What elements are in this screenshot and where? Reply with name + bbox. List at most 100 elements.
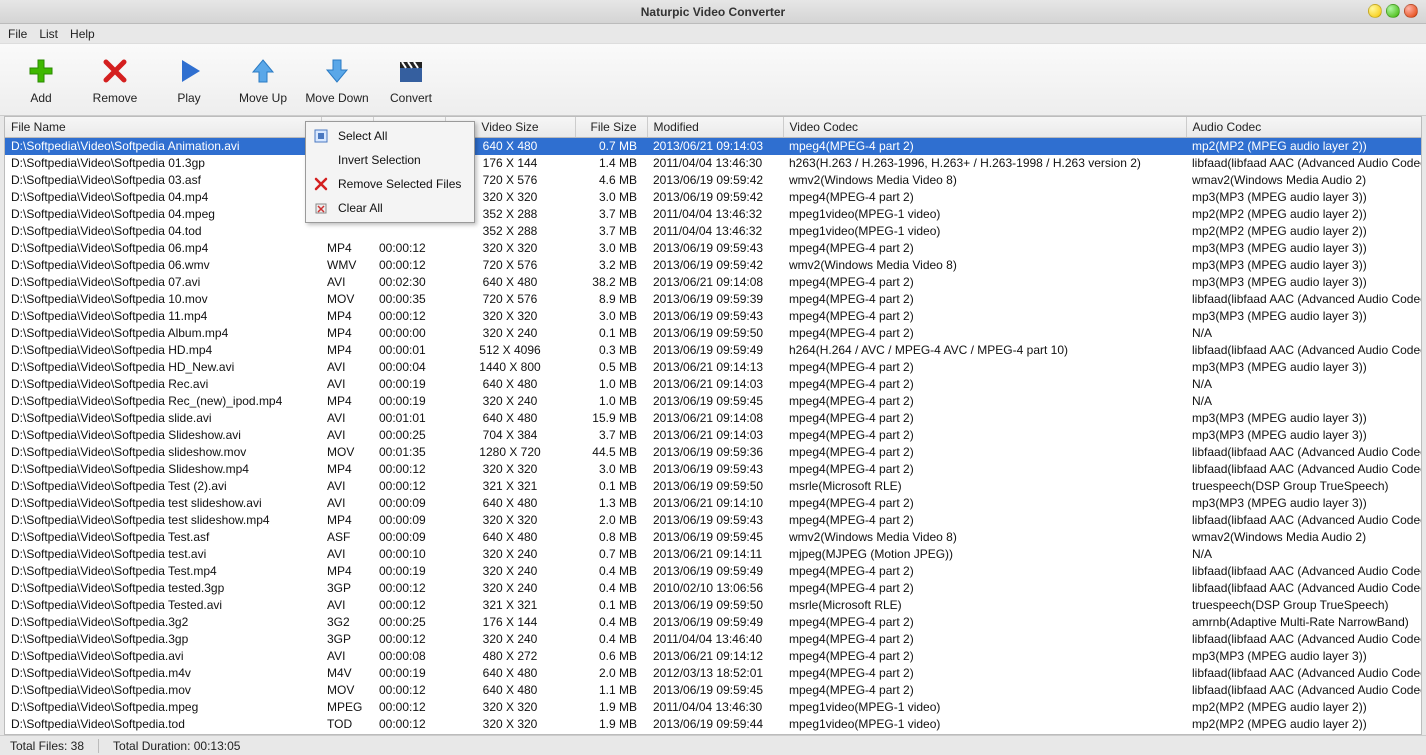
table-row[interactable]: D:\Softpedia\Video\Softpedia.3gp3GP00:00… — [5, 631, 1421, 648]
maximize-button[interactable] — [1386, 4, 1400, 18]
table-row[interactable]: D:\Softpedia\Video\Softpedia 06.wmvWMV00… — [5, 257, 1421, 274]
status-total-files: Total Files: 38 — [10, 739, 84, 753]
cell-name: D:\Softpedia\Video\Softpedia.avi — [5, 648, 321, 665]
table-row[interactable]: D:\Softpedia\Video\Softpedia Test.asfASF… — [5, 529, 1421, 546]
cell-dur: 00:00:12 — [373, 699, 445, 716]
col-modified[interactable]: Modified — [647, 117, 783, 138]
minimize-button[interactable] — [1368, 4, 1382, 18]
table-row[interactable]: D:\Softpedia\Video\Softpedia.wmvWMV00:00… — [5, 733, 1421, 735]
table-row[interactable]: D:\Softpedia\Video\Softpedia.movMOV00:00… — [5, 682, 1421, 699]
cell-vcodec: mpeg1video(MPEG-1 video) — [783, 716, 1186, 733]
file-table[interactable]: File Name Type Duration Video Size File … — [5, 117, 1422, 735]
cell-acodec: mp2(MP2 (MPEG audio layer 2)) — [1186, 206, 1421, 223]
table-row[interactable]: D:\Softpedia\Video\Softpedia 03.asf720 X… — [5, 172, 1421, 189]
cell-vsize: 320 X 320 — [445, 240, 575, 257]
table-row[interactable]: D:\Softpedia\Video\Softpedia Slideshow.m… — [5, 461, 1421, 478]
cell-type: 3G2 — [321, 614, 373, 631]
col-filesize[interactable]: File Size — [575, 117, 647, 138]
table-row[interactable]: D:\Softpedia\Video\Softpedia test.aviAVI… — [5, 546, 1421, 563]
table-row[interactable]: D:\Softpedia\Video\Softpedia Rec.aviAVI0… — [5, 376, 1421, 393]
cell-fsize: 1.0 MB — [575, 376, 647, 393]
ctx-clear-label: Clear All — [338, 201, 383, 215]
cell-fsize: 3.0 MB — [575, 189, 647, 206]
cell-name: D:\Softpedia\Video\Softpedia 03.asf — [5, 172, 321, 189]
cell-vcodec: h264(H.264 / AVC / MPEG-4 AVC / MPEG-4 p… — [783, 342, 1186, 359]
ctx-select-all[interactable]: Select All — [306, 124, 474, 148]
cell-type: AVI — [321, 427, 373, 444]
table-row[interactable]: D:\Softpedia\Video\Softpedia.todTOD00:00… — [5, 716, 1421, 733]
remove-button[interactable]: Remove — [82, 49, 148, 111]
convert-button[interactable]: Convert — [378, 49, 444, 111]
add-button[interactable]: Add — [8, 49, 74, 111]
table-row[interactable]: D:\Softpedia\Video\Softpedia.m4vM4V00:00… — [5, 665, 1421, 682]
col-audiocodec[interactable]: Audio Codec — [1186, 117, 1421, 138]
cell-vcodec: mpeg4(MPEG-4 part 2) — [783, 240, 1186, 257]
table-row[interactable]: D:\Softpedia\Video\Softpedia Tested.aviA… — [5, 597, 1421, 614]
menu-file[interactable]: File — [8, 27, 27, 41]
cell-fsize: 0.8 MB — [575, 529, 647, 546]
table-row[interactable]: D:\Softpedia\Video\Softpedia.mpegMPEG00:… — [5, 699, 1421, 716]
table-row[interactable]: D:\Softpedia\Video\Softpedia slide.aviAV… — [5, 410, 1421, 427]
cell-fsize: 38.2 MB — [575, 274, 647, 291]
table-row[interactable]: D:\Softpedia\Video\Softpedia.aviAVI00:00… — [5, 648, 1421, 665]
cell-name: D:\Softpedia\Video\Softpedia 04.mp4 — [5, 189, 321, 206]
table-row[interactable]: D:\Softpedia\Video\Softpedia tested.3gp3… — [5, 580, 1421, 597]
table-row[interactable]: D:\Softpedia\Video\Softpedia 04.mp4320 X… — [5, 189, 1421, 206]
cell-dur: 00:00:09 — [373, 529, 445, 546]
cell-vcodec: mpeg4(MPEG-4 part 2) — [783, 614, 1186, 631]
ctx-remove-selected[interactable]: Remove Selected Files — [306, 172, 474, 196]
cell-type: ASF — [321, 529, 373, 546]
cell-name: D:\Softpedia\Video\Softpedia.m4v — [5, 665, 321, 682]
cell-acodec: libfaad(libfaad AAC (Advanced Audio Code… — [1186, 342, 1421, 359]
table-row[interactable]: D:\Softpedia\Video\Softpedia Slideshow.a… — [5, 427, 1421, 444]
table-row[interactable]: D:\Softpedia\Video\Softpedia Album.mp4MP… — [5, 325, 1421, 342]
movedown-button[interactable]: Move Down — [304, 49, 370, 111]
table-row[interactable]: D:\Softpedia\Video\Softpedia 04.mpeg352 … — [5, 206, 1421, 223]
table-row[interactable]: D:\Softpedia\Video\Softpedia test slides… — [5, 495, 1421, 512]
table-row[interactable]: D:\Softpedia\Video\Softpedia Animation.a… — [5, 138, 1421, 156]
ctx-clear-all[interactable]: Clear All — [306, 196, 474, 220]
cell-acodec: libfaad(libfaad AAC (Advanced Audio Code… — [1186, 665, 1421, 682]
table-row[interactable]: D:\Softpedia\Video\Softpedia 01.3gp176 X… — [5, 155, 1421, 172]
menu-list[interactable]: List — [39, 27, 58, 41]
cell-vcodec: mpeg4(MPEG-4 part 2) — [783, 512, 1186, 529]
play-button[interactable]: Play — [156, 49, 222, 111]
cell-fsize: 3.7 MB — [575, 427, 647, 444]
cell-name: D:\Softpedia\Video\Softpedia.mpeg — [5, 699, 321, 716]
close-button[interactable] — [1404, 4, 1418, 18]
x-icon — [99, 55, 131, 87]
cell-acodec: N/A — [1186, 393, 1421, 410]
cell-fsize: 2.0 MB — [575, 665, 647, 682]
table-row[interactable]: D:\Softpedia\Video\Softpedia Rec_(new)_i… — [5, 393, 1421, 410]
table-row[interactable]: D:\Softpedia\Video\Softpedia slideshow.m… — [5, 444, 1421, 461]
cell-mod: 2012/03/13 18:52:01 — [647, 665, 783, 682]
cell-name: D:\Softpedia\Video\Softpedia tested.3gp — [5, 580, 321, 597]
table-row[interactable]: D:\Softpedia\Video\Softpedia 06.mp4MP400… — [5, 240, 1421, 257]
menu-help[interactable]: Help — [70, 27, 95, 41]
cell-type: MP4 — [321, 393, 373, 410]
cell-fsize: 0.4 MB — [575, 733, 647, 735]
table-row[interactable]: D:\Softpedia\Video\Softpedia HD_New.aviA… — [5, 359, 1421, 376]
cell-dur: 00:02:30 — [373, 274, 445, 291]
col-videocodec[interactable]: Video Codec — [783, 117, 1186, 138]
cell-mod: 2013/06/19 09:59:43 — [647, 308, 783, 325]
col-filename[interactable]: File Name — [5, 117, 321, 138]
table-row[interactable]: D:\Softpedia\Video\Softpedia 04.tod352 X… — [5, 223, 1421, 240]
table-row[interactable]: D:\Softpedia\Video\Softpedia 10.movMOV00… — [5, 291, 1421, 308]
cell-fsize: 0.6 MB — [575, 648, 647, 665]
table-row[interactable]: D:\Softpedia\Video\Softpedia 11.mp4MP400… — [5, 308, 1421, 325]
cell-acodec: wmav2(Windows Media Audio 2) — [1186, 733, 1421, 735]
cell-mod: 2013/06/19 09:59:50 — [647, 478, 783, 495]
table-header[interactable]: File Name Type Duration Video Size File … — [5, 117, 1421, 138]
table-row[interactable]: D:\Softpedia\Video\Softpedia.3g23G200:00… — [5, 614, 1421, 631]
cell-dur: 00:00:12 — [373, 257, 445, 274]
cell-type: AVI — [321, 597, 373, 614]
table-row[interactable]: D:\Softpedia\Video\Softpedia Test (2).av… — [5, 478, 1421, 495]
ctx-invert-selection[interactable]: Invert Selection — [306, 148, 474, 172]
moveup-button[interactable]: Move Up — [230, 49, 296, 111]
cell-mod: 2010/02/10 13:06:56 — [647, 580, 783, 597]
table-row[interactable]: D:\Softpedia\Video\Softpedia 07.aviAVI00… — [5, 274, 1421, 291]
table-row[interactable]: D:\Softpedia\Video\Softpedia test slides… — [5, 512, 1421, 529]
table-row[interactable]: D:\Softpedia\Video\Softpedia Test.mp4MP4… — [5, 563, 1421, 580]
table-row[interactable]: D:\Softpedia\Video\Softpedia HD.mp4MP400… — [5, 342, 1421, 359]
